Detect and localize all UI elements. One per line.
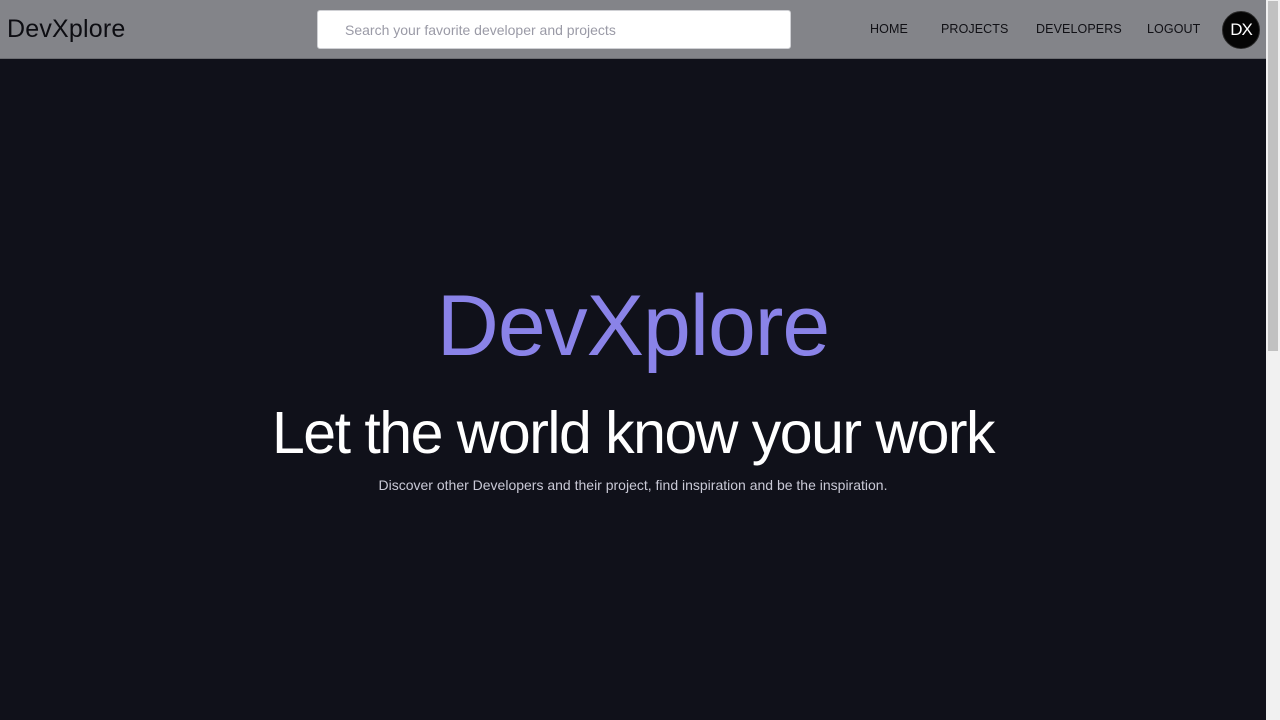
hero-title: Let the world know your work bbox=[271, 400, 996, 466]
hero-subtitle: Discover other Developers and their proj… bbox=[378, 477, 888, 493]
navbar: DevXplore HOME PROJECTS DEVELOPERS LOGOU… bbox=[0, 0, 1266, 59]
nav-projects[interactable]: PROJECTS bbox=[941, 21, 1008, 37]
search-input[interactable] bbox=[317, 10, 791, 49]
brand-logo[interactable]: DevXplore bbox=[7, 13, 126, 45]
hero-brand: DevXplore bbox=[436, 278, 831, 374]
vertical-scrollbar[interactable] bbox=[1266, 0, 1280, 720]
avatar[interactable]: DX bbox=[1222, 11, 1260, 49]
nav-developers[interactable]: DEVELOPERS bbox=[1036, 21, 1122, 37]
page: DevXplore HOME PROJECTS DEVELOPERS LOGOU… bbox=[0, 0, 1280, 720]
scrollbar-thumb[interactable] bbox=[1268, 1, 1278, 351]
nav-home[interactable]: HOME bbox=[870, 21, 908, 37]
nav-logout[interactable]: LOGOUT bbox=[1147, 21, 1200, 37]
